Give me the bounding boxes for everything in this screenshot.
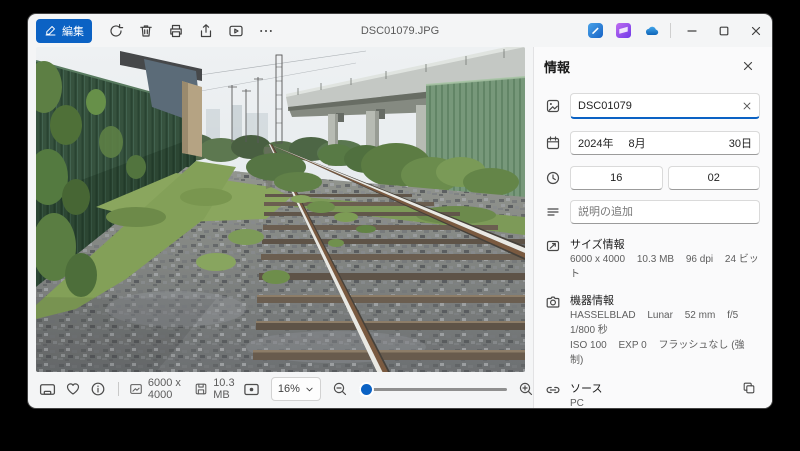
chevron-down-icon — [305, 385, 314, 394]
date-day: 30日 — [729, 135, 752, 151]
focal-length: 52 mm — [685, 310, 716, 321]
filename-field[interactable] — [570, 93, 760, 119]
size-info-details: 6000 x 4000 10.3 MB 96 dpi 24 ビット — [570, 252, 760, 282]
copy-path-button[interactable] — [736, 376, 762, 400]
source-title: ソース — [570, 382, 602, 396]
size-dimensions: 6000 x 4000 — [570, 254, 625, 265]
viewer-toolbar: 6000 x 4000 10.3 MB 16% — [28, 372, 533, 408]
toolbar-left: 編集 — [36, 18, 280, 43]
zoom-to-fit-button[interactable] — [239, 377, 265, 401]
rotate-button[interactable] — [102, 18, 130, 43]
file-info-button[interactable] — [89, 377, 108, 401]
time-minute: 02 — [708, 172, 720, 184]
info-panel-close-button[interactable] — [736, 55, 760, 77]
filesize-value: 10.3 MB — [213, 377, 239, 401]
time-hour: 16 — [610, 172, 622, 184]
camera-model: Lunar — [647, 310, 673, 321]
filmstrip-toggle-button[interactable] — [38, 377, 57, 401]
time-hour-field[interactable]: 16 — [570, 166, 663, 190]
dimensions-metric: 6000 x 4000 — [129, 377, 188, 401]
title-bar: 編集 DSC01079.JPG — [28, 14, 772, 47]
zoom-out-button[interactable] — [327, 377, 353, 401]
zoom-slider[interactable] — [359, 379, 507, 399]
size-info-section: サイズ情報 6000 x 4000 10.3 MB 96 dpi 24 ビット — [544, 238, 760, 282]
edit-button[interactable]: 編集 — [36, 19, 92, 43]
zoom-slider-thumb[interactable] — [361, 384, 372, 395]
shutter-speed: 1/800 秒 — [570, 325, 608, 336]
description-field[interactable] — [570, 200, 760, 224]
image-viewer: 6000 x 4000 10.3 MB 16% — [28, 47, 533, 408]
size-info-title: サイズ情報 — [570, 238, 760, 252]
clear-filename-button[interactable] — [742, 101, 752, 111]
more-options-button[interactable] — [252, 18, 280, 43]
print-button[interactable] — [162, 18, 190, 43]
close-button[interactable] — [740, 14, 772, 47]
description-icon — [544, 204, 561, 220]
favorite-button[interactable] — [63, 377, 82, 401]
maximize-button[interactable] — [708, 14, 740, 47]
iso-value: ISO 100 — [570, 340, 607, 351]
delete-button[interactable] — [132, 18, 160, 43]
share-button[interactable] — [192, 18, 220, 43]
device-info-title: 機器情報 — [570, 294, 760, 308]
aperture: f/5 — [727, 310, 738, 321]
device-info-section: 機器情報 HASSELBLAD Lunar 52 mm f/5 1/800 秒 … — [544, 294, 760, 368]
date-field[interactable]: 2024年 8月 30日 — [570, 131, 760, 155]
device-info-line1: HASSELBLAD Lunar 52 mm f/5 1/800 秒 — [570, 308, 760, 338]
zoom-level-value: 16% — [278, 383, 300, 395]
source-section: ソース PC — [544, 382, 760, 408]
camera-make: HASSELBLAD — [570, 310, 636, 321]
onedrive-cloud-icon[interactable] — [637, 18, 665, 43]
photos-app-window: 編集 DSC01079.JPG — [28, 14, 772, 408]
date-month: 8月 — [628, 135, 645, 151]
titlebar-separator — [670, 23, 671, 38]
slideshow-button[interactable] — [222, 18, 250, 43]
description-input[interactable] — [578, 206, 752, 218]
info-panel-title: 情報 — [544, 57, 570, 76]
dimensions-value: 6000 x 4000 — [148, 377, 188, 401]
time-minute-field[interactable]: 02 — [668, 166, 761, 190]
edit-button-label: 編集 — [62, 23, 84, 39]
gallery-app-icon[interactable] — [609, 18, 637, 43]
minimize-button[interactable] — [676, 14, 708, 47]
toolbar-right — [581, 14, 772, 47]
info-panel: 情報 — [533, 47, 772, 408]
filesize-metric: 10.3 MB — [194, 377, 239, 401]
device-info-line2: ISO 100 EXP 0 フラッシュなし (強制) — [570, 338, 760, 368]
filename-input[interactable] — [578, 100, 742, 112]
date-year: 2024年 — [578, 135, 613, 151]
camera-icon — [544, 294, 561, 310]
photos-edit-app-icon[interactable] — [581, 18, 609, 43]
source-link-icon — [544, 382, 561, 398]
zoom-level-dropdown[interactable]: 16% — [271, 377, 321, 401]
filename-image-icon — [544, 98, 561, 114]
filesize-icon — [194, 382, 208, 396]
clock-icon — [544, 170, 561, 186]
edit-icon — [44, 24, 57, 37]
dimensions-icon — [129, 382, 143, 396]
exposure-value: EXP 0 — [618, 340, 646, 351]
calendar-icon — [544, 135, 561, 151]
size-info-icon — [544, 238, 561, 254]
photo-railway-tracks[interactable] — [36, 47, 525, 372]
size-dpi: 96 dpi — [686, 254, 713, 265]
source-value: PC — [570, 398, 584, 408]
size-filesize: 10.3 MB — [637, 254, 674, 265]
toolbar-divider — [118, 382, 119, 396]
